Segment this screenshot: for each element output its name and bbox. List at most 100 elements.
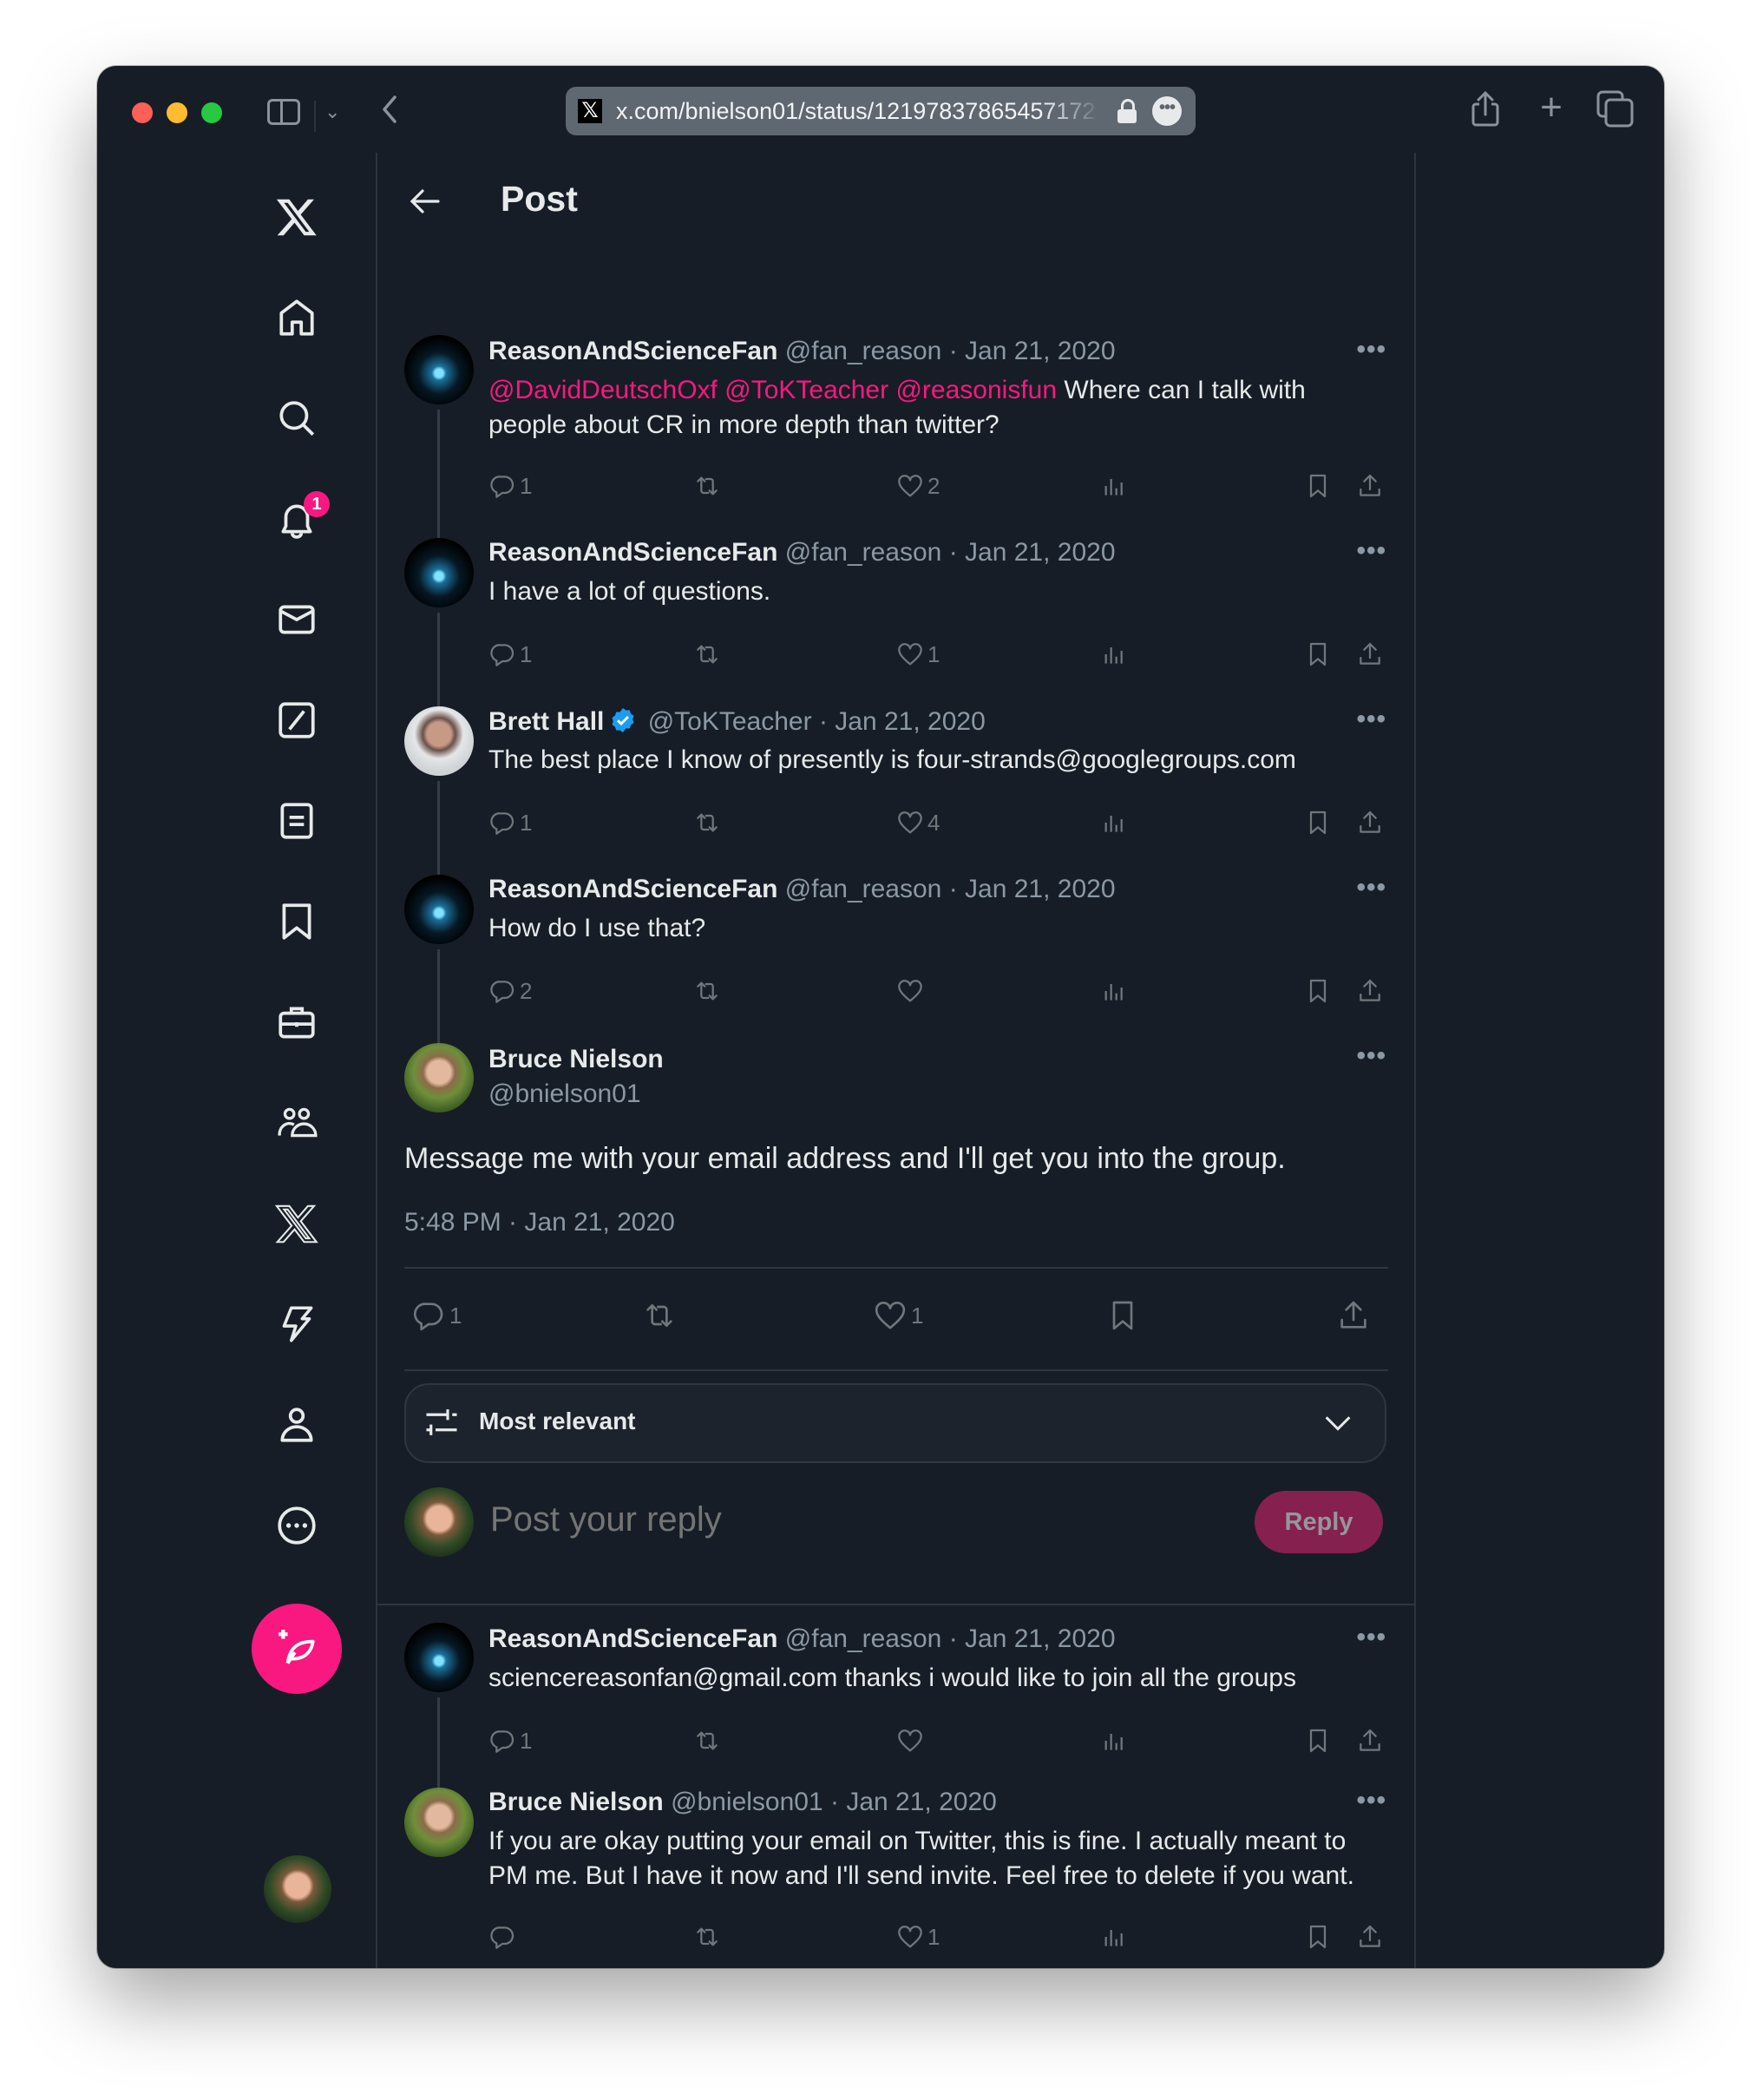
reply-button[interactable]: 1 bbox=[488, 640, 532, 668]
reply-button[interactable]: 2 bbox=[488, 977, 532, 1005]
minimize-window-button[interactable] bbox=[167, 102, 187, 123]
bookmark-button[interactable] bbox=[1304, 809, 1332, 837]
views-button[interactable] bbox=[1100, 1923, 1128, 1951]
reply-input[interactable] bbox=[488, 1500, 1186, 1540]
author-name[interactable]: Bruce Nielson bbox=[488, 1788, 664, 1816]
thread-post[interactable]: ReasonAndScienceFan @fan_reason · Jan 21… bbox=[376, 861, 1414, 1043]
views-button[interactable] bbox=[1100, 809, 1128, 837]
sidebar-item-communities[interactable] bbox=[269, 1095, 324, 1151]
post-timestamp[interactable]: 5:48 PM · Jan 21, 2020 bbox=[404, 1208, 675, 1237]
avatar[interactable] bbox=[404, 706, 474, 776]
page-menu-button[interactable]: ••• bbox=[1152, 96, 1182, 126]
more-options-button[interactable]: ••• bbox=[1356, 1786, 1386, 1815]
bookmark-button[interactable] bbox=[1105, 1298, 1140, 1333]
author-handle[interactable]: @fan_reason bbox=[785, 875, 942, 903]
post-date[interactable]: Jan 21, 2020 bbox=[965, 1624, 1115, 1653]
author-handle[interactable]: @ToKTeacher bbox=[648, 707, 812, 736]
repost-button[interactable] bbox=[693, 1923, 721, 1951]
author-name[interactable]: ReasonAndScienceFan bbox=[488, 538, 777, 567]
repost-button[interactable] bbox=[693, 1727, 721, 1755]
share-button[interactable] bbox=[1356, 977, 1384, 1005]
author-handle[interactable]: @bnielson01 bbox=[671, 1788, 823, 1816]
address-bar[interactable]: 𝕏 x.com/bnielson01/status/12197837865457… bbox=[566, 87, 1196, 135]
more-options-button[interactable]: ••• bbox=[1356, 705, 1386, 734]
like-button[interactable] bbox=[896, 977, 924, 1005]
sidebar-item-jobs[interactable] bbox=[269, 994, 324, 1050]
repost-button[interactable] bbox=[693, 640, 721, 668]
author-name[interactable]: Bruce Nielson bbox=[488, 1045, 664, 1074]
mention-link[interactable]: @DavidDeutschOxf bbox=[488, 376, 718, 404]
reply-button[interactable] bbox=[488, 1923, 516, 1951]
avatar[interactable] bbox=[404, 1487, 474, 1557]
back-button[interactable] bbox=[403, 180, 445, 222]
new-tab-button[interactable]: + bbox=[1532, 89, 1570, 128]
author-name[interactable]: ReasonAndScienceFan bbox=[488, 1624, 777, 1653]
reply-button[interactable]: Reply bbox=[1255, 1491, 1383, 1553]
author-handle[interactable]: @fan_reason bbox=[785, 337, 942, 365]
sidebar-item-explore[interactable] bbox=[269, 390, 324, 446]
bookmark-button[interactable] bbox=[1304, 1923, 1332, 1951]
repost-button[interactable] bbox=[642, 1298, 677, 1333]
sidebar-item-more[interactable] bbox=[269, 1498, 324, 1553]
more-options-button[interactable]: ••• bbox=[1356, 873, 1386, 902]
bookmark-button[interactable] bbox=[1304, 472, 1332, 500]
tab-overview-button[interactable] bbox=[1596, 90, 1635, 128]
repost-button[interactable] bbox=[693, 977, 721, 1005]
share-button[interactable] bbox=[1336, 1298, 1371, 1333]
sidebar-item-notifications[interactable]: 1 bbox=[269, 491, 330, 547]
sidebar-item-bookmarks[interactable] bbox=[269, 894, 324, 949]
compose-post-button[interactable] bbox=[252, 1604, 342, 1694]
thread-post[interactable]: ReasonAndScienceFan @fan_reason · Jan 21… bbox=[376, 323, 1414, 538]
reply-button[interactable]: 1 bbox=[488, 472, 532, 500]
views-button[interactable] bbox=[1100, 472, 1128, 500]
avatar[interactable] bbox=[404, 875, 474, 944]
url-text[interactable]: x.com/bnielson01/status/1219783786545717… bbox=[616, 98, 1102, 125]
like-button[interactable]: 4 bbox=[896, 809, 940, 837]
like-button[interactable] bbox=[896, 1727, 924, 1755]
sidebar-item-grok[interactable] bbox=[269, 692, 324, 748]
reply-post[interactable]: Bruce Nielson @bnielson01 · Jan 21, 2020… bbox=[376, 1774, 1414, 1968]
share-button[interactable] bbox=[1466, 90, 1504, 128]
author-name[interactable]: ReasonAndScienceFan bbox=[488, 337, 777, 365]
share-button[interactable] bbox=[1356, 472, 1384, 500]
reply-post[interactable]: ReasonAndScienceFan @fan_reason · Jan 21… bbox=[376, 1605, 1414, 1788]
post-date[interactable]: Jan 21, 2020 bbox=[835, 707, 985, 736]
avatar[interactable] bbox=[404, 538, 474, 607]
reply-button[interactable]: 1 bbox=[488, 1727, 532, 1755]
reply-sort-dropdown[interactable]: Most relevant bbox=[404, 1383, 1386, 1463]
reply-button[interactable]: 1 bbox=[411, 1298, 462, 1333]
author-handle[interactable]: @fan_reason bbox=[785, 1624, 942, 1653]
avatar[interactable] bbox=[404, 1623, 474, 1692]
mention-link[interactable]: @reasonisfun bbox=[895, 376, 1057, 404]
more-options-button[interactable]: ••• bbox=[1356, 536, 1386, 566]
like-button[interactable]: 2 bbox=[896, 472, 940, 500]
post-date[interactable]: Jan 21, 2020 bbox=[965, 875, 1115, 903]
zoom-window-button[interactable] bbox=[201, 102, 222, 123]
sidebar-item-lists[interactable] bbox=[269, 793, 324, 849]
share-button[interactable] bbox=[1356, 1727, 1384, 1755]
reply-button[interactable]: 1 bbox=[488, 809, 532, 837]
bookmark-button[interactable] bbox=[1304, 977, 1332, 1005]
thread-post[interactable]: Brett Hall @ToKTeacher · Jan 21, 2020 ••… bbox=[376, 692, 1414, 875]
sidebar-item-premium[interactable] bbox=[269, 1196, 324, 1251]
sidebar-toggle-icon[interactable] bbox=[267, 99, 300, 125]
sidebar-item-x-logo[interactable] bbox=[269, 189, 324, 245]
share-button[interactable] bbox=[1356, 640, 1384, 668]
sidebar-item-verified-orgs[interactable] bbox=[269, 1296, 324, 1352]
sidebar-item-home[interactable] bbox=[269, 290, 324, 345]
repost-button[interactable] bbox=[693, 472, 721, 500]
close-window-button[interactable] bbox=[132, 102, 153, 123]
views-button[interactable] bbox=[1100, 640, 1128, 668]
avatar[interactable] bbox=[404, 1043, 474, 1112]
sidebar-item-profile[interactable] bbox=[269, 1397, 324, 1453]
author-name[interactable]: ReasonAndScienceFan bbox=[488, 875, 777, 903]
bookmark-button[interactable] bbox=[1304, 640, 1332, 668]
like-button[interactable]: 1 bbox=[896, 1923, 940, 1951]
mention-link[interactable]: @ToKTeacher bbox=[724, 376, 888, 404]
like-button[interactable]: 1 bbox=[873, 1298, 923, 1333]
account-avatar[interactable] bbox=[264, 1855, 331, 1923]
like-button[interactable]: 1 bbox=[896, 640, 940, 668]
sidebar-item-messages[interactable] bbox=[269, 592, 324, 647]
avatar[interactable] bbox=[404, 335, 474, 404]
post-date[interactable]: Jan 21, 2020 bbox=[965, 538, 1115, 567]
